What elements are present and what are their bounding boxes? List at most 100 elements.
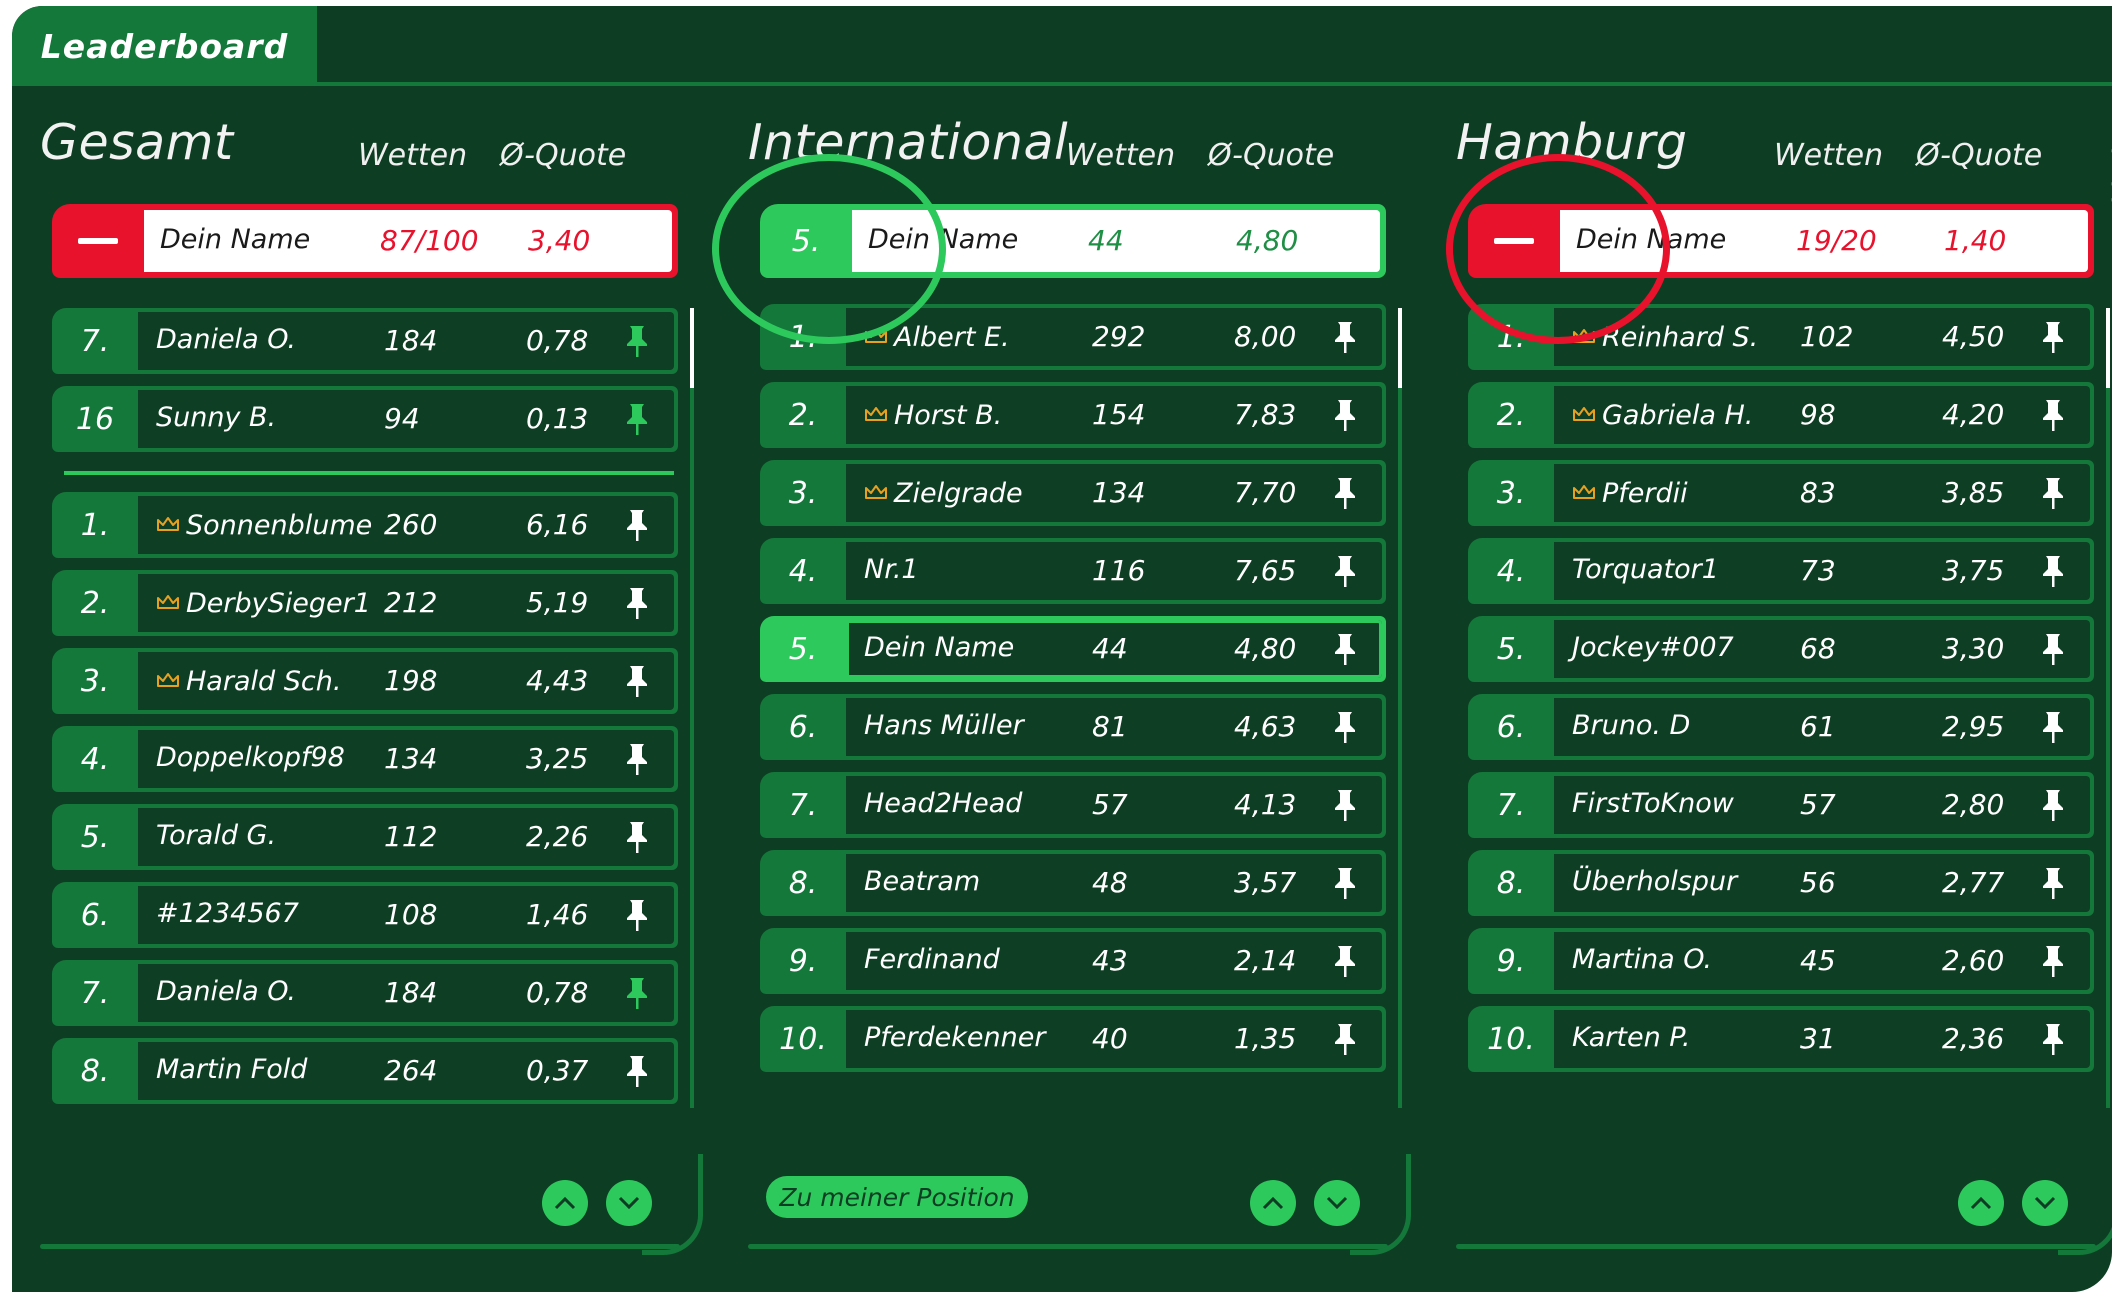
row-avg-odds: 2,14 bbox=[1234, 944, 1297, 977]
scrollbar-track[interactable] bbox=[690, 308, 694, 1108]
leaderboard-row[interactable]: 4. Doppelkopf98 134 3,25 bbox=[52, 726, 678, 792]
leaderboard-row[interactable]: 8. Beatram 48 3,57 bbox=[760, 850, 1386, 916]
leaderboard-row[interactable]: 2. Horst B. 154 7,83 bbox=[760, 382, 1386, 448]
row-avg-odds: 0,37 bbox=[526, 1054, 589, 1087]
pin-icon[interactable] bbox=[2040, 944, 2066, 978]
jump-to-my-position-button[interactable]: Zu meiner Position bbox=[766, 1176, 1028, 1218]
pin-icon[interactable] bbox=[1332, 398, 1358, 432]
my-entry-card[interactable]: Dein Name 87/100 3,40 bbox=[52, 204, 678, 278]
row-name-cell: Nr.1 bbox=[864, 554, 919, 585]
pin-icon[interactable] bbox=[2040, 632, 2066, 666]
pin-icon[interactable] bbox=[2040, 710, 2066, 744]
scroll-up-button[interactable] bbox=[1958, 1180, 2004, 1226]
pin-icon[interactable] bbox=[624, 664, 650, 698]
row-body: Head2Head 57 4,13 bbox=[846, 776, 1382, 834]
panel-gesamt: Gesamt Wetten Ø-Quote Dein Name 87/100 3… bbox=[22, 94, 703, 1255]
row-avg-odds: 5,19 bbox=[526, 586, 589, 619]
pin-icon[interactable] bbox=[1332, 710, 1358, 744]
pin-icon[interactable] bbox=[2040, 788, 2066, 822]
pin-icon[interactable] bbox=[1332, 944, 1358, 978]
pin-icon[interactable] bbox=[624, 508, 650, 542]
leaderboard-row[interactable]: 9. Ferdinand 43 2,14 bbox=[760, 928, 1386, 994]
pin-icon[interactable] bbox=[2040, 554, 2066, 588]
leaderboard-row[interactable]: 4. Nr.1 116 7,65 bbox=[760, 538, 1386, 604]
row-rank: 9. bbox=[1496, 943, 1526, 979]
leaderboard-row[interactable]: 6. #1234567 108 1,46 bbox=[52, 882, 678, 948]
row-avg-odds: 0,78 bbox=[526, 976, 589, 1009]
crown-icon bbox=[1572, 476, 1596, 499]
leaderboard-row[interactable]: 5. Torald G. 112 2,26 bbox=[52, 804, 678, 870]
leaderboard-row[interactable]: 7. FirstToKnow 57 2,80 bbox=[1468, 772, 2094, 838]
scrollbar-track[interactable] bbox=[2106, 308, 2110, 1108]
row-body: Daniela O. 184 0,78 bbox=[138, 964, 674, 1022]
pin-icon[interactable] bbox=[624, 742, 650, 776]
row-body: Sunny B. 94 0,13 bbox=[138, 390, 674, 448]
crown-icon bbox=[864, 398, 888, 421]
row-name-cell: Head2Head bbox=[864, 788, 1022, 819]
leaderboard-row[interactable]: 1. Sonnenblume 260 6,16 bbox=[52, 492, 678, 558]
row-avg-odds: 4,20 bbox=[1942, 398, 2005, 431]
leaderboard-row[interactable]: 3. Harald Sch. 198 4,43 bbox=[52, 648, 678, 714]
row-bets: 40 bbox=[1092, 1022, 1128, 1055]
my-entry-collapse[interactable] bbox=[52, 204, 144, 278]
leaderboard-row[interactable]: 10. Pferdekenner 40 1,35 bbox=[760, 1006, 1386, 1072]
leaderboard-row[interactable]: 7. Daniela O. 184 0,78 bbox=[52, 308, 678, 374]
row-body: Dein Name 44 4,80 bbox=[846, 620, 1382, 678]
pin-icon[interactable] bbox=[2040, 1022, 2066, 1056]
tab-leaderboard[interactable]: Leaderboard bbox=[12, 6, 317, 86]
leaderboard-row[interactable]: 6. Bruno. D 61 2,95 bbox=[1468, 694, 2094, 760]
panel-switch-arrows[interactable]: < > bbox=[2108, 130, 2112, 212]
pin-icon[interactable] bbox=[1332, 554, 1358, 588]
scroll-up-button[interactable] bbox=[1250, 1180, 1296, 1226]
pin-icon[interactable] bbox=[1332, 788, 1358, 822]
leaderboard-row[interactable]: 7. Head2Head 57 4,13 bbox=[760, 772, 1386, 838]
pin-icon[interactable] bbox=[1332, 476, 1358, 510]
scrollbar-track[interactable] bbox=[1398, 308, 1402, 1108]
row-rank: 6. bbox=[788, 709, 818, 745]
row-bets: 116 bbox=[1092, 554, 1146, 587]
leaderboard-row[interactable]: 6. Hans Müller 81 4,63 bbox=[760, 694, 1386, 760]
chevron-up-icon bbox=[1262, 1196, 1284, 1210]
leaderboard-row[interactable]: 2. Gabriela H. 98 4,20 bbox=[1468, 382, 2094, 448]
leaderboard-row[interactable]: 2. DerbySieger1 212 5,19 bbox=[52, 570, 678, 636]
pin-icon[interactable] bbox=[2040, 866, 2066, 900]
leaderboard-row[interactable]: 10. Karten P. 31 2,36 bbox=[1468, 1006, 2094, 1072]
pin-icon[interactable] bbox=[2040, 476, 2066, 510]
pin-icon-active[interactable] bbox=[624, 402, 650, 436]
scroll-up-button[interactable] bbox=[542, 1180, 588, 1226]
tab-bar-divider bbox=[12, 82, 2112, 86]
panel-international: International Wetten Ø-Quote 5. Dein Nam… bbox=[712, 94, 1411, 1255]
leaderboard-row[interactable]: 7. Daniela O. 184 0,78 bbox=[52, 960, 678, 1026]
pin-icon[interactable] bbox=[2040, 320, 2066, 354]
row-name: Pferdii bbox=[1602, 478, 1688, 509]
row-body: Jockey#007 68 3,30 bbox=[1554, 620, 2090, 678]
row-name: Daniela O. bbox=[156, 324, 296, 355]
row-bets: 68 bbox=[1800, 632, 1836, 665]
leaderboard-row[interactable]: 8. Überholspur 56 2,77 bbox=[1468, 850, 2094, 916]
pin-icon[interactable] bbox=[1332, 1022, 1358, 1056]
pin-icon[interactable] bbox=[624, 820, 650, 854]
leaderboard-row[interactable]: 4. Torquator1 73 3,75 bbox=[1468, 538, 2094, 604]
row-name: Beatram bbox=[864, 866, 981, 897]
row-name-cell: Doppelkopf98 bbox=[156, 742, 345, 773]
leaderboard-row[interactable]: 9. Martina O. 45 2,60 bbox=[1468, 928, 2094, 994]
leaderboard-row[interactable]: 8. Martin Fold 264 0,37 bbox=[52, 1038, 678, 1104]
pin-icon[interactable] bbox=[2040, 398, 2066, 432]
pin-icon[interactable] bbox=[624, 1054, 650, 1088]
leaderboard-row[interactable]: 16 Sunny B. 94 0,13 bbox=[52, 386, 678, 452]
pin-icon-active[interactable] bbox=[624, 976, 650, 1010]
scrollbar-thumb[interactable] bbox=[2106, 308, 2110, 388]
pin-icon-active[interactable] bbox=[624, 324, 650, 358]
row-name: Torquator1 bbox=[1572, 554, 1719, 585]
leaderboard-row[interactable]: 5. Jockey#007 68 3,30 bbox=[1468, 616, 2094, 682]
leaderboard-row-current-user[interactable]: 5. Dein Name 44 4,80 bbox=[760, 616, 1386, 682]
pin-icon[interactable] bbox=[624, 898, 650, 932]
leaderboard-row[interactable]: 3. Pferdii 83 3,85 bbox=[1468, 460, 2094, 526]
scrollbar-thumb[interactable] bbox=[1398, 308, 1402, 388]
pin-icon[interactable] bbox=[1332, 632, 1358, 666]
leaderboard-row[interactable]: 3. Zielgrade 134 7,70 bbox=[760, 460, 1386, 526]
scrollbar-thumb[interactable] bbox=[690, 308, 694, 388]
pin-icon[interactable] bbox=[1332, 866, 1358, 900]
pin-icon[interactable] bbox=[624, 586, 650, 620]
pin-icon[interactable] bbox=[1332, 320, 1358, 354]
